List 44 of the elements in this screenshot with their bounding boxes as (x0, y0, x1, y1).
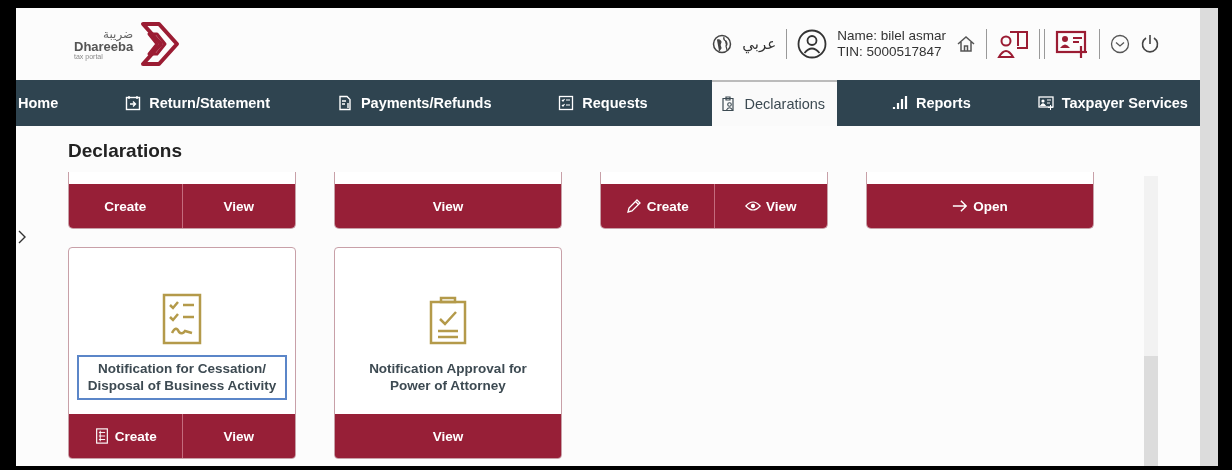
nav-tab[interactable]: Home (16, 80, 71, 126)
card-action-button[interactable]: View (335, 414, 561, 458)
logo-arabic-text: ضريبة (103, 28, 134, 40)
nav-tab[interactable]: Declarations (712, 80, 838, 126)
user-book-icon[interactable] (997, 29, 1029, 59)
card-action-button[interactable]: Create (601, 184, 714, 228)
chevron-down-circle-icon[interactable] (1110, 34, 1130, 54)
card-action-button[interactable]: View (713, 184, 827, 228)
language-link[interactable]: عربي (742, 35, 777, 53)
document-icon (336, 95, 353, 111)
bar-chart-icon (891, 95, 908, 111)
card-action-button[interactable]: Create (69, 184, 182, 228)
card-action-button[interactable]: Create (69, 414, 182, 458)
card-title[interactable]: Notification for Cessation/ Disposal of Business Activity (77, 354, 287, 400)
card-action-button[interactable]: View (181, 414, 295, 458)
power-icon[interactable] (1140, 33, 1160, 55)
globe-icon[interactable] (712, 34, 733, 54)
user-avatar-icon (797, 29, 828, 59)
clipboard-user-icon (720, 96, 737, 112)
home-icon[interactable] (956, 34, 976, 54)
nav-tab[interactable]: Payments/Refunds (334, 80, 504, 126)
arrow-right-icon (952, 198, 969, 214)
nav-tab[interactable]: Return/Statement (123, 80, 283, 126)
eye-icon (745, 198, 761, 214)
id-card-add-icon[interactable] (1055, 29, 1089, 59)
nav-tab[interactable]: Taxpayer Services (1035, 80, 1200, 126)
clipboard-check-icon (429, 294, 467, 345)
card-title[interactable]: Notification Approval for Power of Attorney (343, 354, 553, 400)
id-card-icon (1037, 95, 1054, 111)
card-action-button[interactable]: View (181, 184, 295, 228)
checklist-icon (162, 292, 202, 345)
pencil-icon (625, 198, 642, 214)
page-title: Declarations (68, 140, 184, 162)
nav-tab[interactable]: Reports (889, 80, 983, 126)
user-tin: TIN: 5000517847 (837, 44, 943, 60)
logo-name: Dhareeba (74, 40, 134, 53)
checklist-icon (558, 95, 575, 111)
sidebar-expand-icon[interactable] (18, 230, 26, 244)
card-action-button[interactable]: Open (867, 184, 1093, 228)
nav-tab[interactable]: Requests (556, 80, 660, 126)
scrollbar[interactable] (1144, 176, 1158, 466)
form-icon (93, 428, 110, 444)
user-name: Name: bilel asmar (837, 28, 946, 44)
card-action-button[interactable]: View (335, 184, 561, 228)
